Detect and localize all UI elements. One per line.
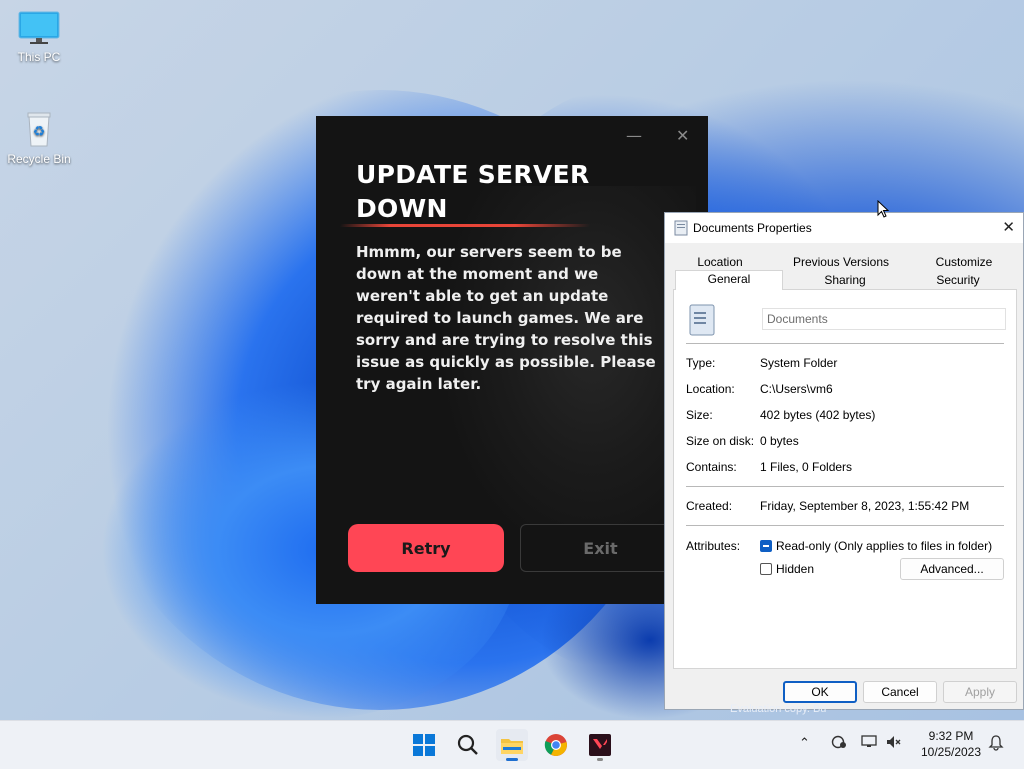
type-label: Type: (686, 356, 716, 370)
apply-button[interactable]: Apply (943, 681, 1017, 703)
hidden-checkbox[interactable] (760, 563, 772, 575)
tab-previous-versions[interactable]: Previous Versions (785, 254, 897, 271)
start-icon[interactable] (408, 729, 440, 761)
network-icon[interactable] (861, 735, 879, 752)
dialog-title: UPDATE SERVER DOWN (356, 160, 590, 223)
close-icon[interactable]: ✕ (1002, 218, 1015, 236)
location-label: Location: (686, 382, 735, 396)
tab-security[interactable]: Security (903, 272, 1013, 289)
running-indicator (506, 758, 518, 761)
close-icon[interactable]: ✕ (676, 126, 689, 145)
chrome-icon[interactable] (540, 729, 572, 761)
readonly-checkbox-label[interactable]: Read-only (Only applies to files in fold… (776, 539, 992, 553)
indeterminate-mark (763, 545, 769, 547)
taskbar: ⌃ 9:32 PM 10/25/2023 (0, 720, 1024, 769)
title-underline (339, 224, 591, 227)
tab-customize[interactable]: Customize (917, 254, 1011, 271)
minimize-icon[interactable]: — (626, 126, 642, 145)
hidden-checkbox-label[interactable]: Hidden (776, 562, 814, 576)
documents-properties-dialog: Documents Properties ✕ Location Previous… (664, 212, 1024, 710)
notification-bell-icon[interactable] (988, 735, 1004, 754)
dialog-message: Hmmm, our servers seem to be down at the… (356, 243, 656, 393)
size-label: Size: (686, 408, 713, 422)
folder-icon (689, 304, 715, 339)
exit-button[interactable]: Exit (520, 524, 680, 572)
tab-general[interactable]: General (675, 270, 783, 290)
attributes-label: Attributes: (686, 539, 741, 553)
mouse-cursor-icon (877, 199, 890, 222)
desktop-icon-label: Recycle Bin (7, 152, 71, 166)
recycle-bin-icon: ♻ (19, 108, 59, 148)
clock-time: 9:32 PM (928, 729, 974, 743)
tab-location[interactable]: Location (673, 254, 767, 271)
update-server-down-dialog: — ✕ UPDATE SERVER DOWN Hmmm, our servers… (316, 116, 708, 604)
contains-label: Contains: (686, 460, 737, 474)
created-value: Friday, September 8, 2023, 1:55:42 PM (760, 499, 970, 513)
onedrive-icon[interactable] (830, 735, 848, 752)
desktop-icon-label: This PC (17, 50, 61, 64)
created-label: Created: (686, 499, 733, 513)
folder-name-field[interactable]: Documents (762, 308, 1006, 330)
separator (686, 486, 1004, 487)
file-explorer-icon[interactable] (496, 729, 528, 761)
desktop-icon-recycle-bin[interactable]: ♻ Recycle Bin (4, 108, 74, 166)
search-icon[interactable] (452, 729, 484, 761)
evaluation-watermark: Evaluation copy. Bu (730, 703, 827, 715)
monitor-icon (18, 10, 60, 46)
volume-muted-icon[interactable] (886, 735, 902, 752)
general-tab-panel: Documents Type: System Folder Location: … (673, 289, 1017, 669)
system-clock[interactable]: 9:32 PM 10/25/2023 (918, 728, 984, 760)
running-indicator (597, 758, 603, 761)
tab-sharing[interactable]: Sharing (789, 272, 901, 289)
location-value: C:\Users\vm6 (760, 382, 833, 396)
folder-properties-icon (674, 220, 688, 239)
clock-date: 10/25/2023 (920, 745, 982, 759)
desktop-icon-this-pc[interactable]: This PC (4, 10, 74, 64)
contains-value: 1 Files, 0 Folders (760, 460, 853, 474)
size-value: 402 bytes (402 bytes) (760, 408, 876, 422)
show-hidden-icons-chevron-icon[interactable]: ⌃ (799, 735, 810, 751)
svg-text:♻: ♻ (33, 123, 46, 139)
advanced-button[interactable]: Advanced... (900, 558, 1004, 580)
readonly-checkbox[interactable] (760, 540, 772, 552)
dialog-title: Documents Properties (693, 221, 812, 235)
separator (686, 525, 1004, 526)
size-on-disk-label: Size on disk: (686, 434, 755, 448)
size-on-disk-value: 0 bytes (760, 434, 799, 448)
retry-button[interactable]: Retry (348, 524, 504, 572)
valorant-icon[interactable] (584, 729, 616, 761)
type-value: System Folder (760, 356, 838, 370)
ok-button[interactable]: OK (783, 681, 857, 703)
title-bar[interactable]: Documents Properties ✕ (665, 213, 1023, 243)
cancel-button[interactable]: Cancel (863, 681, 937, 703)
separator (686, 343, 1004, 344)
